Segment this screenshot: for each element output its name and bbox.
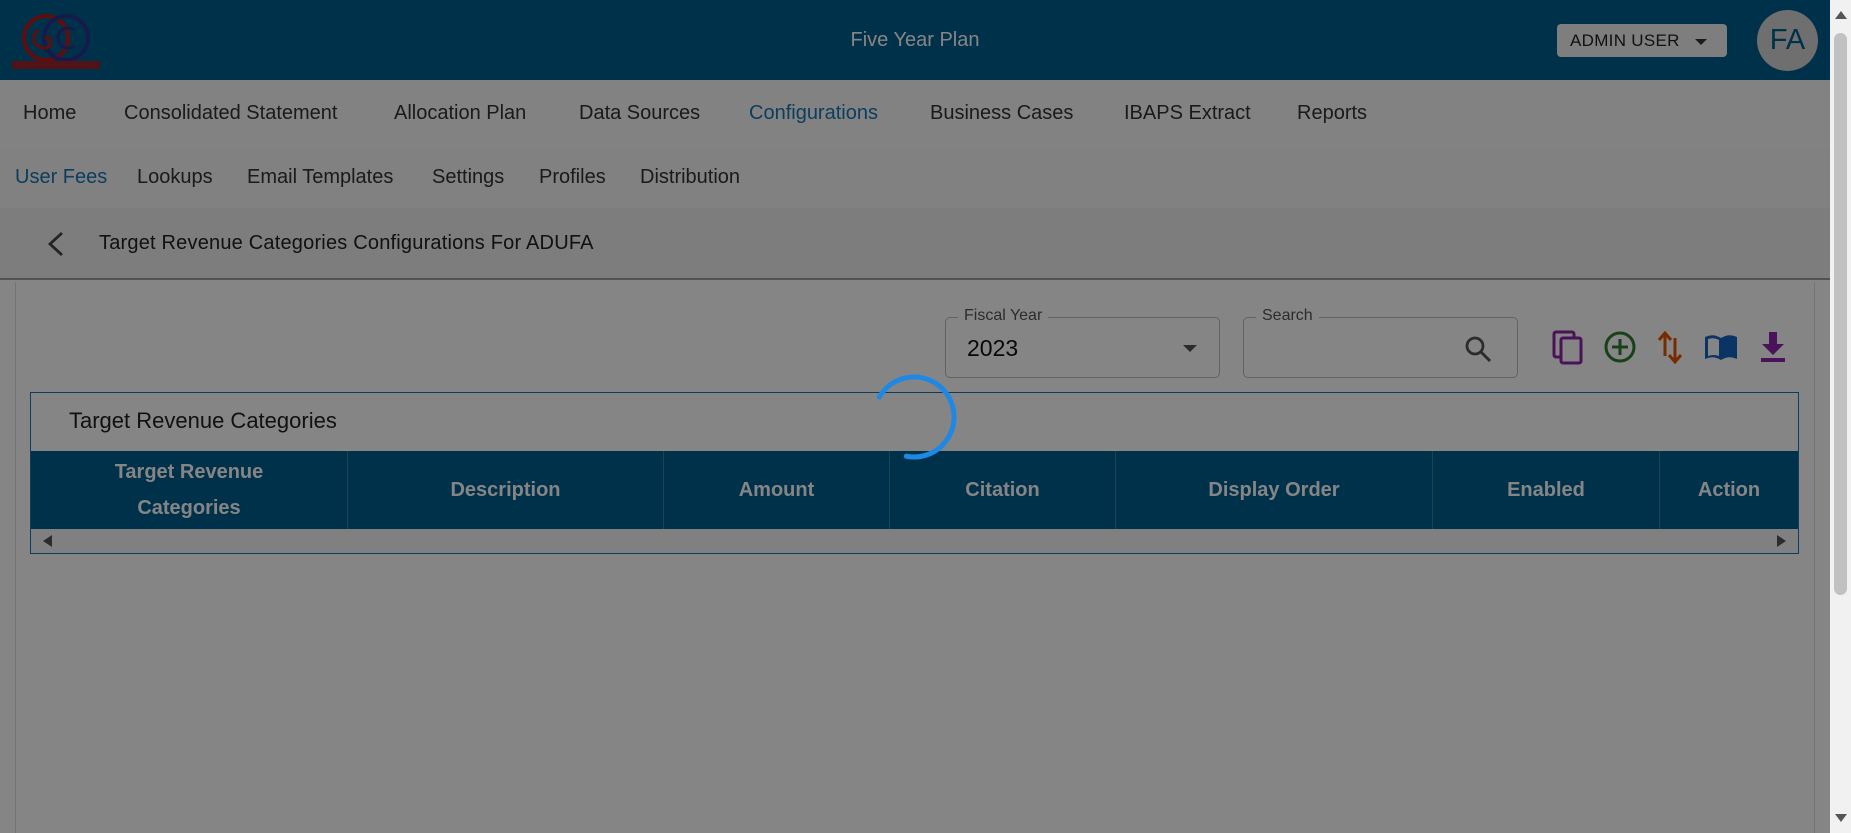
scroll-down-icon[interactable] bbox=[1835, 814, 1847, 822]
loading-overlay bbox=[0, 0, 1830, 833]
scrollbar-thumb[interactable] bbox=[1834, 33, 1847, 595]
vertical-scrollbar[interactable] bbox=[1830, 0, 1851, 833]
loading-spinner-icon bbox=[871, 374, 957, 460]
scroll-up-icon[interactable] bbox=[1835, 11, 1847, 19]
